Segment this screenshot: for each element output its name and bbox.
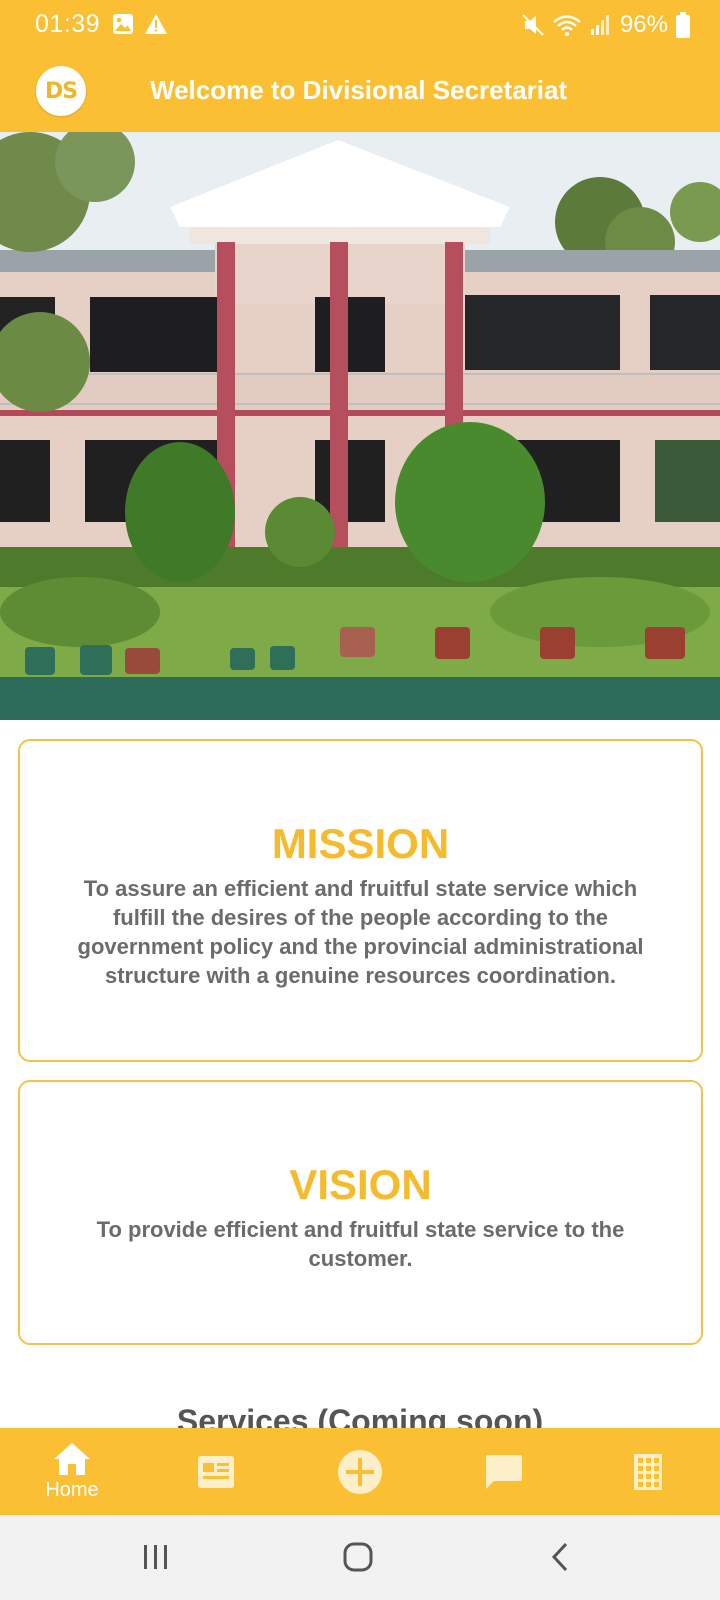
grid-icon (634, 1453, 662, 1490)
mission-text: To assure an efficient and fruitful stat… (77, 876, 644, 988)
vision-title: VISION (289, 1161, 432, 1208)
battery-icon (676, 12, 690, 38)
nav-directory[interactable] (576, 1428, 720, 1515)
recent-apps-icon (144, 1545, 167, 1569)
nav-home-label: Home (45, 1479, 99, 1501)
news-icon (198, 1455, 234, 1488)
building-photo (0, 132, 720, 720)
status-system-icons: 96% (522, 11, 690, 39)
nav-news[interactable] (144, 1428, 288, 1515)
mute-icon (522, 14, 544, 36)
chat-icon (486, 1454, 522, 1489)
vision-text: To provide efficient and fruitful state … (96, 1217, 625, 1271)
bottom-navigation: Home (0, 1428, 720, 1515)
app-logo-text: DS (44, 78, 78, 104)
wifi-icon (553, 15, 581, 36)
vision-card: VISION To provide efficient and fruitful… (18, 1080, 703, 1345)
add-circle-icon (338, 1449, 382, 1494)
status-bar: 01:39 96% (0, 0, 720, 52)
back-icon (551, 1542, 568, 1572)
home-circle-icon (343, 1542, 373, 1572)
image-icon (113, 14, 133, 34)
recent-apps-button[interactable] (126, 1535, 186, 1579)
mission-card: MISSION To assure an efficient and fruit… (18, 739, 703, 1062)
home-system-button[interactable] (328, 1535, 388, 1579)
battery-percentage: 96% (619, 11, 668, 38)
system-navigation-bar (0, 1515, 720, 1600)
back-button[interactable] (530, 1535, 590, 1579)
app-logo[interactable]: DS (36, 66, 86, 116)
signal-icon (590, 15, 609, 35)
home-icon (54, 1443, 90, 1475)
mission-title: MISSION (271, 820, 450, 867)
status-notification-icons (112, 13, 168, 35)
app-title: Welcome to Divisional Secretariat (150, 75, 568, 105)
app-bar: DS Welcome to Divisional Secretariat (0, 52, 720, 132)
nav-chat[interactable] (432, 1428, 576, 1515)
hero-building-photo (0, 132, 720, 720)
warning-icon (145, 14, 167, 34)
nav-home[interactable]: Home (0, 1428, 144, 1515)
nav-add[interactable] (288, 1428, 432, 1515)
status-time: 01:39 (35, 10, 101, 38)
